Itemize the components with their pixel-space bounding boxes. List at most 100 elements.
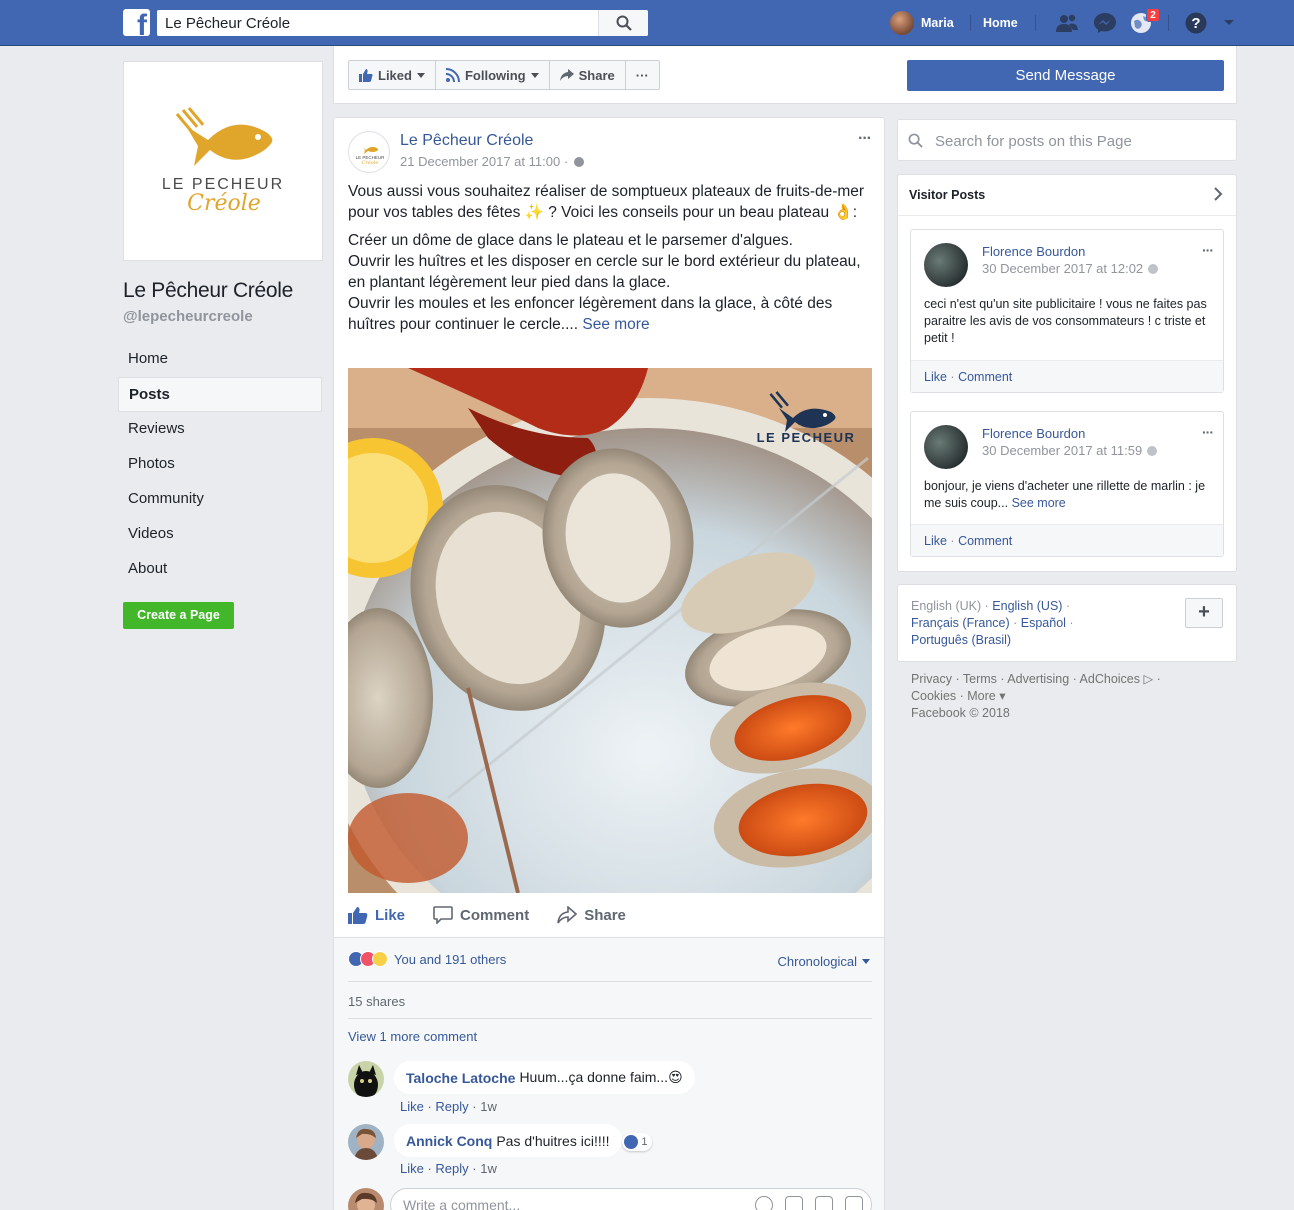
post-photo[interactable]: LE PECHEUR bbox=[348, 368, 872, 893]
comment-sort-dropdown[interactable]: Chronological bbox=[778, 954, 870, 969]
post-options-button[interactable]: ··· bbox=[858, 130, 872, 148]
nav-item-home[interactable]: Home bbox=[118, 342, 322, 377]
like-label: Like bbox=[375, 906, 406, 924]
send-message-button[interactable]: Send Message bbox=[907, 60, 1224, 91]
visitor-comment-link[interactable]: Comment bbox=[958, 370, 1012, 384]
facebook-logo-icon[interactable]: f bbox=[123, 9, 150, 36]
chevron-down-icon bbox=[862, 959, 870, 964]
see-more-link[interactable]: See more bbox=[1012, 496, 1066, 510]
visitor-post-time[interactable]: 30 December 2017 at 12:02 bbox=[982, 261, 1159, 276]
sticker-icon[interactable] bbox=[845, 1196, 863, 1210]
page-profile-picture[interactable]: LE PECHEUR Créole bbox=[123, 61, 323, 261]
share-label: Share bbox=[584, 906, 626, 924]
profile-link[interactable]: Maria bbox=[890, 11, 954, 35]
commenter-name[interactable]: Taloche Latoche bbox=[406, 1070, 515, 1086]
global-search-input[interactable] bbox=[157, 10, 587, 36]
comment-like-count[interactable]: 1 bbox=[622, 1133, 652, 1151]
comment-reply-link[interactable]: Reply bbox=[435, 1099, 468, 1114]
view-more-comments-link[interactable]: View 1 more comment bbox=[348, 1029, 477, 1044]
avatar bbox=[890, 11, 914, 35]
share-post-button[interactable]: Share bbox=[557, 906, 626, 924]
write-comment-input[interactable]: Write a comment... bbox=[390, 1188, 872, 1210]
shares-count[interactable]: 15 shares bbox=[348, 994, 405, 1009]
visitor-post-actions: Like · Comment bbox=[911, 524, 1223, 556]
comment-like-link[interactable]: Like bbox=[400, 1099, 424, 1114]
messenger-icon[interactable] bbox=[1093, 12, 1117, 34]
oyster-platter-photo: LE PECHEUR bbox=[348, 368, 872, 893]
see-more-link[interactable]: See more bbox=[582, 316, 649, 333]
globe-icon bbox=[1148, 263, 1159, 274]
comment-actions: Like · Reply · 1w bbox=[400, 1161, 497, 1176]
language-link[interactable]: Português (Brasil) bbox=[911, 633, 1011, 647]
reactions-summary[interactable]: You and 191 others bbox=[348, 951, 506, 967]
page-post-search[interactable]: Search for posts on this Page bbox=[897, 119, 1237, 161]
visitor-post-options[interactable]: ··· bbox=[1202, 242, 1214, 258]
like-button[interactable]: Like bbox=[348, 906, 405, 924]
camera-icon[interactable] bbox=[785, 1196, 803, 1210]
post-author-avatar[interactable]: LE PECHEUR Créole bbox=[348, 131, 390, 173]
search-icon bbox=[908, 133, 923, 148]
language-link[interactable]: Français (France) bbox=[911, 616, 1010, 630]
chevron-right-icon[interactable] bbox=[1212, 187, 1224, 201]
visitor-post-options[interactable]: ··· bbox=[1202, 424, 1214, 440]
visitor-post: Florence Bourdon 30 December 2017 at 12:… bbox=[910, 229, 1224, 393]
add-language-button[interactable]: + bbox=[1185, 598, 1223, 628]
nav-item-photos[interactable]: Photos bbox=[118, 447, 322, 482]
visitor-avatar[interactable] bbox=[924, 425, 968, 469]
footer-links: Privacy · Terms · Advertising · AdChoice… bbox=[911, 671, 1211, 722]
visitor-name[interactable]: Florence Bourdon bbox=[982, 426, 1085, 441]
page-post-search-placeholder: Search for posts on this Page bbox=[935, 133, 1132, 150]
footer-line[interactable]: Cookies · More ▾ bbox=[911, 688, 1211, 705]
visitor-like-link[interactable]: Like bbox=[924, 534, 947, 548]
footer-line[interactable]: Privacy · Terms · Advertising · AdChoice… bbox=[911, 671, 1211, 688]
following-button[interactable]: Following bbox=[436, 61, 550, 89]
nav-item-reviews[interactable]: Reviews bbox=[118, 412, 322, 447]
post-paragraph-line: Ouvrir les moules et les enfoncer légère… bbox=[348, 293, 872, 335]
search-button[interactable] bbox=[598, 10, 648, 36]
nav-item-posts[interactable]: Posts bbox=[118, 377, 322, 412]
chevron-down-icon bbox=[530, 72, 539, 78]
gif-icon[interactable] bbox=[815, 1196, 833, 1210]
visitor-like-link[interactable]: Like bbox=[924, 370, 947, 384]
create-page-button[interactable]: Create a Page bbox=[123, 602, 234, 629]
more-label: ··· bbox=[635, 67, 649, 83]
menu-caret-icon[interactable] bbox=[1222, 12, 1246, 34]
visitor-post-time[interactable]: 30 December 2017 at 11:59 bbox=[982, 443, 1158, 458]
comment-reply-link[interactable]: Reply bbox=[435, 1161, 468, 1176]
help-icon[interactable]: ? bbox=[1185, 12, 1209, 34]
visitor-avatar[interactable] bbox=[924, 243, 968, 287]
comment-age[interactable]: 1w bbox=[480, 1099, 497, 1114]
post-author-name[interactable]: Le Pêcheur Créole bbox=[400, 132, 533, 150]
comment-like-link[interactable]: Like bbox=[400, 1161, 424, 1176]
write-comment-placeholder: Write a comment... bbox=[403, 1197, 521, 1210]
page-logo: LE PECHEUR Créole bbox=[162, 107, 282, 216]
home-link[interactable]: Home bbox=[983, 16, 1018, 30]
language-link[interactable]: English (US) bbox=[992, 599, 1062, 613]
visitor-posts-title[interactable]: Visitor Posts bbox=[909, 188, 985, 202]
comment-age[interactable]: 1w bbox=[480, 1161, 497, 1176]
visitor-name[interactable]: Florence Bourdon bbox=[982, 244, 1085, 259]
more-options-button[interactable]: ··· bbox=[626, 61, 659, 89]
commenter-avatar[interactable] bbox=[348, 1124, 384, 1160]
page-username[interactable]: @lepecheurcreole bbox=[123, 308, 253, 325]
language-link[interactable]: Español bbox=[1021, 616, 1066, 630]
page-action-buttons: Liked Following Share ··· bbox=[348, 60, 660, 90]
nav-item-community[interactable]: Community bbox=[118, 482, 322, 517]
post-timestamp[interactable]: 21 December 2017 at 11:00 · bbox=[400, 154, 585, 169]
language-list: English (UK) · English (US) · Français (… bbox=[911, 599, 1074, 647]
liked-button[interactable]: Liked bbox=[349, 61, 436, 89]
nav-item-videos[interactable]: Videos bbox=[118, 517, 322, 552]
commenter-name[interactable]: Annick Conq bbox=[406, 1133, 492, 1149]
top-navigation-bar: f Maria Home 2 ? bbox=[0, 0, 1294, 46]
commenter-photo bbox=[348, 1124, 384, 1160]
post-timestamp-text: 21 December 2017 at 11:00 · bbox=[400, 154, 569, 169]
emoji-icon[interactable] bbox=[755, 1196, 773, 1210]
thumbs-up-icon bbox=[348, 907, 368, 924]
commenter-avatar[interactable] bbox=[348, 1061, 384, 1097]
comment-button[interactable]: Comment bbox=[433, 906, 529, 924]
nav-item-about[interactable]: About bbox=[118, 552, 322, 587]
comment-text: Pas d'huitres ici!!!! bbox=[496, 1132, 610, 1149]
share-button[interactable]: Share bbox=[550, 61, 626, 89]
friends-icon[interactable] bbox=[1055, 12, 1079, 34]
visitor-comment-link[interactable]: Comment bbox=[958, 534, 1012, 548]
